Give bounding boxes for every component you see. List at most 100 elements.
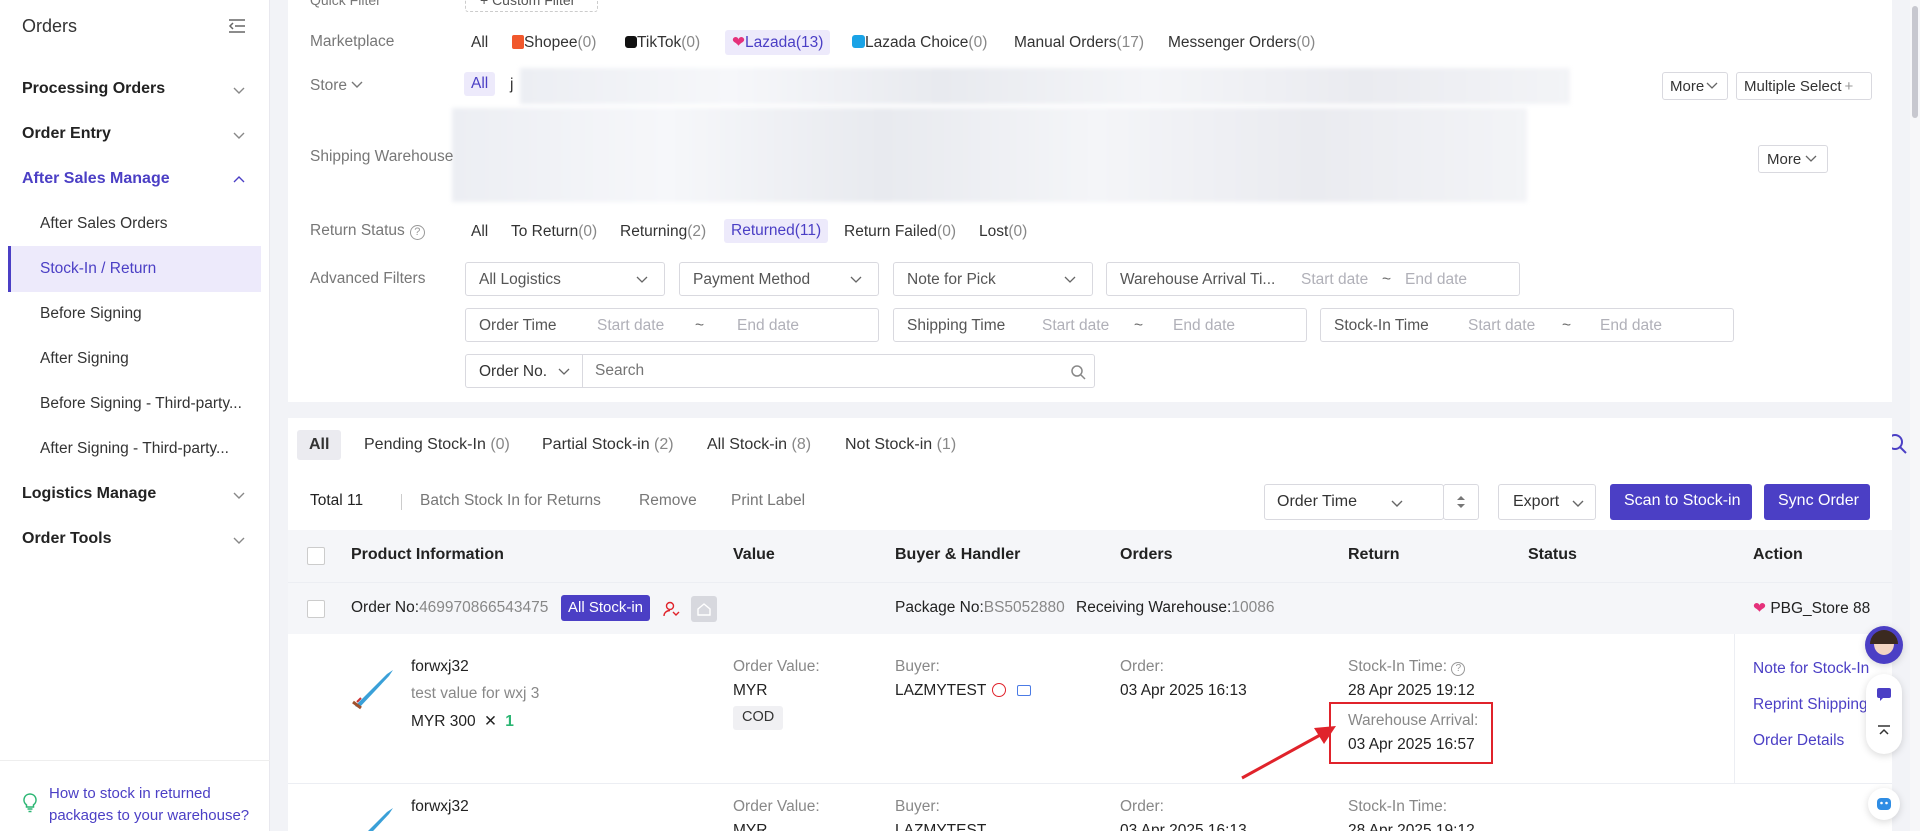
return-status-returned[interactable]: Returned(11) — [724, 219, 829, 243]
sort-select[interactable]: Order Time — [1264, 484, 1446, 520]
chevron-down-icon — [233, 132, 245, 139]
sidebar-group-processing-orders[interactable]: Processing Orders — [22, 80, 165, 98]
order-value-currency: MYR — [733, 682, 768, 699]
select-all-checkbox[interactable] — [307, 547, 325, 565]
order-details-link[interactable]: Order Details — [1753, 732, 1844, 750]
return-status-all[interactable]: All — [471, 223, 488, 241]
plus-icon: + — [1844, 78, 1854, 95]
collapse-menu-icon[interactable] — [228, 18, 246, 34]
sidebar-item-after-sales-orders[interactable]: After Sales Orders — [40, 215, 168, 233]
store-all[interactable]: All — [464, 72, 496, 96]
order-number[interactable]: Order No:469970866543475 — [351, 599, 548, 617]
scrollbar-thumb[interactable] — [1912, 6, 1918, 118]
product-variant: test value for wxj 3 — [411, 685, 540, 702]
multiple-select-button[interactable]: Multiple Select + — [1736, 72, 1872, 100]
buyer-label: Buyer: — [895, 658, 940, 675]
sync-order-button[interactable]: Sync Order — [1764, 484, 1870, 520]
note-for-stock-in-link[interactable]: Note for Stock-In — [1753, 660, 1869, 678]
buyer-name: LAZMYTEST — [895, 682, 1031, 700]
sidebar-group-logistics-manage[interactable]: Logistics Manage — [22, 485, 156, 503]
sidebar-group-after-sales-manage[interactable]: After Sales Manage — [22, 170, 170, 188]
marketplace-messenger-orders[interactable]: Messenger Orders(0) — [1168, 34, 1315, 52]
note-for-pick-select[interactable]: Note for Pick — [893, 262, 1093, 296]
tab-all[interactable]: All — [297, 430, 342, 460]
warehouse-icon — [691, 596, 717, 622]
chat-icon[interactable] — [1016, 685, 1031, 696]
batch-stock-in-button[interactable]: Batch Stock In for Returns — [420, 492, 601, 510]
payment-method-select[interactable]: Payment Method — [679, 262, 879, 296]
sidebar-item-after-signing[interactable]: After Signing — [40, 350, 129, 368]
marketplace-tiktok[interactable]: TikTok(0) — [625, 34, 700, 52]
lazada-choice-icon — [852, 35, 865, 48]
sidebar-item-before-signing-third-party[interactable]: Before Signing - Third-party... — [40, 395, 242, 413]
order-no-select[interactable]: Order No. — [465, 354, 583, 388]
tab-all-stock-in[interactable]: All Stock-in (8) — [707, 436, 811, 454]
chevron-down-icon — [233, 87, 245, 94]
message-icon[interactable] — [1876, 686, 1892, 702]
column-return: Return — [1348, 546, 1400, 563]
chevron-down-icon — [1391, 500, 1403, 507]
warehouse-more-button[interactable]: More — [1758, 145, 1828, 173]
search-input[interactable] — [582, 354, 1095, 388]
sidebar-item-stock-in-return[interactable]: Stock-In / Return — [40, 260, 156, 278]
return-status-return-failed[interactable]: Return Failed(0) — [844, 223, 956, 241]
search-icon[interactable] — [1070, 364, 1086, 380]
return-status-to-return[interactable]: To Return(0) — [511, 223, 597, 241]
tab-not-stock-in[interactable]: Not Stock-in (1) — [845, 436, 956, 454]
marketplace-manual-orders[interactable]: Manual Orders(17) — [1014, 34, 1144, 52]
back-to-top-icon[interactable] — [1876, 724, 1892, 740]
help-tip-link[interactable]: How to stock in returned packages to you… — [49, 783, 259, 827]
shipping-time-date-range[interactable]: Shipping Time Start date ~ End date — [893, 308, 1307, 342]
product-name[interactable]: forwxj32 — [411, 798, 469, 816]
table-row: forwxj32 Order Value: MYR Buyer: LAZMYTE… — [288, 784, 1892, 831]
sidebar-group-order-entry[interactable]: Order Entry — [22, 125, 111, 143]
column-action: Action — [1753, 546, 1803, 563]
warehouse-arrival-date-range[interactable]: Warehouse Arrival Ti... Start date ~ End… — [1106, 262, 1520, 296]
marketplace-all[interactable]: All — [471, 34, 488, 52]
order-checkbox[interactable] — [307, 600, 325, 618]
store-label[interactable]: Store — [310, 77, 364, 95]
payment-badge: COD — [733, 706, 784, 730]
product-name[interactable]: forwxj32 — [411, 658, 469, 676]
help-tip[interactable]: How to stock in returned packages to you… — [0, 760, 270, 831]
stock-in-time-date-range[interactable]: Stock-In Time Start date ~ End date — [1320, 308, 1734, 342]
print-label-button[interactable]: Print Label — [731, 492, 805, 510]
logistics-select[interactable]: All Logistics — [465, 262, 665, 296]
order-time-date-range[interactable]: Order Time Start date ~ End date — [465, 308, 879, 342]
support-avatar[interactable] — [1865, 626, 1903, 664]
custom-filter-button[interactable]: + Custom Filter — [465, 0, 598, 12]
order-time: 03 Apr 2025 16:13 — [1120, 682, 1247, 699]
marketplace-lazada-choice[interactable]: Lazada Choice(0) — [852, 34, 987, 52]
marketplace-lazada[interactable]: ❤Lazada(13) — [725, 30, 831, 55]
chevron-down-icon — [351, 81, 363, 88]
buyer-name: LAZMYTEST — [895, 822, 987, 831]
shopee-icon — [512, 35, 524, 49]
help-icon[interactable]: ? — [409, 225, 425, 240]
tab-partial-stock-in[interactable]: Partial Stock-in (2) — [542, 436, 674, 454]
order-time: 03 Apr 2025 16:13 — [1120, 822, 1247, 831]
marketplace-shopee[interactable]: Shopee(0) — [512, 34, 596, 52]
stock-in-time-label: Stock-In Time: ? — [1348, 658, 1466, 676]
remove-button[interactable]: Remove — [639, 492, 697, 510]
reprint-shipping-link[interactable]: Reprint Shipping — [1753, 696, 1868, 714]
return-status-label: Return Status? — [310, 222, 425, 240]
chatbot-button[interactable] — [1868, 788, 1900, 820]
help-icon[interactable]: ? — [1451, 662, 1466, 676]
return-status-lost[interactable]: Lost(0) — [979, 223, 1027, 241]
order-list-panel: All Pending Stock-In (0) Partial Stock-i… — [288, 418, 1892, 831]
store-more-button[interactable]: More — [1662, 72, 1728, 100]
sidebar-group-order-tools[interactable]: Order Tools — [22, 530, 112, 548]
sort-order-button[interactable] — [1443, 484, 1479, 520]
tab-pending-stock-in[interactable]: Pending Stock-In (0) — [364, 436, 510, 454]
export-button[interactable]: Export — [1498, 484, 1596, 520]
scrollbar[interactable] — [1910, 0, 1920, 831]
return-status-returning[interactable]: Returning(2) — [620, 223, 706, 241]
user-refund-icon — [663, 601, 680, 617]
store-first[interactable]: j — [510, 76, 513, 94]
user-refund-icon — [992, 683, 1007, 697]
chevron-down-icon — [233, 492, 245, 499]
chevron-down-icon — [1572, 500, 1584, 507]
sidebar-item-before-signing[interactable]: Before Signing — [40, 305, 142, 323]
sidebar-item-after-signing-third-party[interactable]: After Signing - Third-party... — [40, 440, 229, 458]
scan-to-stock-in-button[interactable]: Scan to Stock-in — [1610, 484, 1752, 520]
